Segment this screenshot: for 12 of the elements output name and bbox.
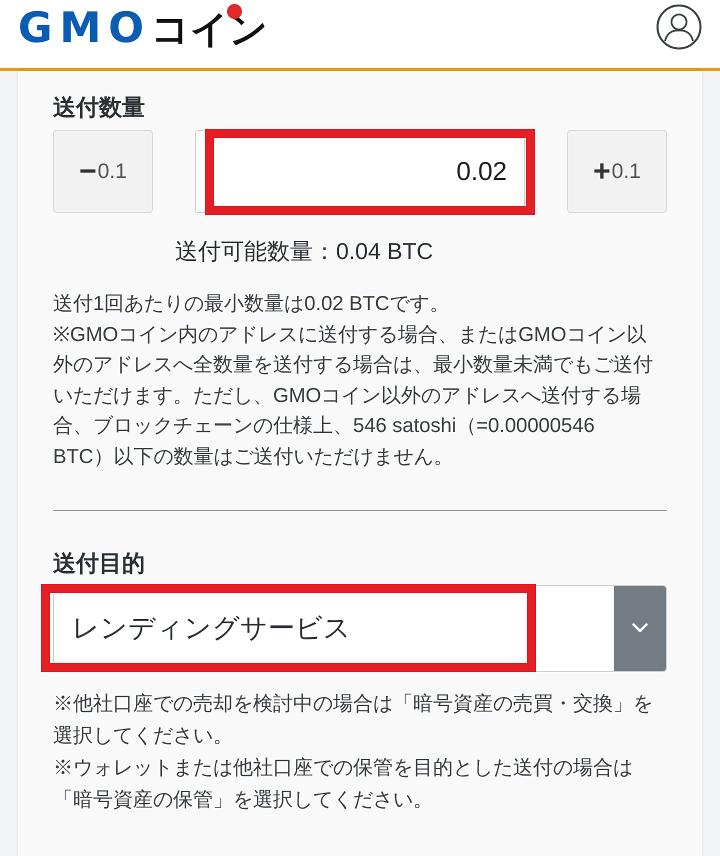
note-text: ※GMOコイン内のアドレスに送付する場合、またはGMOコイン以外のアドレスへ全数量を送付する場合は、最小数量未満でもご送付いただけます。ただし、GMOコイン以外のアドレスへ送付する場合、ブロックチェーンの仕様上、546 satoshi（=0.00000546 BTC）以下の数量はご送付いただけません。 [53, 322, 653, 470]
note-text: 送付1回あたりの最小数量は0.02 BTCです。 [53, 292, 451, 317]
decrease-button[interactable]: −0.1 [53, 130, 153, 213]
account-icon[interactable] [656, 4, 702, 50]
section-label: 送付目的 [53, 548, 146, 578]
note-text: ※他社口座での売却を検討中の場合は「暗号資産の売買・交換」を選択してください。 [53, 692, 653, 749]
chevron-down-icon [632, 623, 648, 634]
note-text: ※ウォレットまたは他社口座での保管を目的とした送付の場合は「暗号資産の保管」を選択してください。 [53, 756, 634, 813]
available-amount: 送付可能数量：0.04 BTC [174, 237, 434, 266]
increase-button[interactable]: +0.1 [567, 130, 667, 213]
section-label: 送付数量 [53, 93, 146, 122]
dot-icon [226, 4, 242, 19]
